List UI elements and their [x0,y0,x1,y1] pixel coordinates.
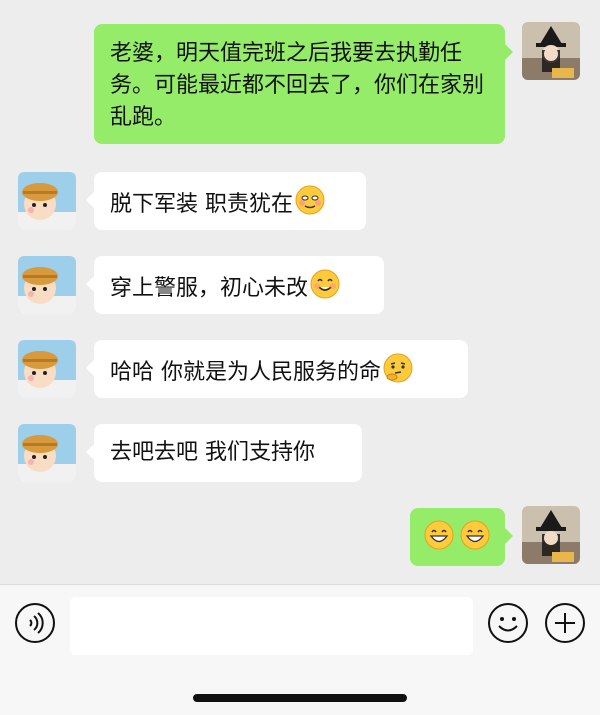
message-input[interactable] [70,597,473,655]
plus-icon[interactable] [544,602,586,644]
thinking-emoji-icon [383,353,413,393]
message-text: 穿上警服，初心未改 [110,276,309,301]
voice-icon[interactable] [14,602,56,644]
message-text: 老婆，明天值完班之后我要去执勤任务。可能最近都不回去了，你们在家别乱跑。 [110,41,485,130]
incoming-message-bubble[interactable]: 穿上警服，初心未改 [86,256,384,314]
grin-emoji-icon [460,520,490,560]
message-text: 去吧去吧 我们支持你 [110,440,315,465]
incoming-message-bubble[interactable]: 哈哈 你就是为人民服务的命 [86,340,468,398]
chat-area: 老婆，明天值完班之后我要去执勤任务。可能最近都不回去了，你们在家别乱跑。 脱下军… [0,0,600,584]
avatar-contact[interactable] [18,340,76,398]
grin-emoji-icon [424,520,454,560]
incoming-message-bubble[interactable]: 去吧去吧 我们支持你 [86,424,362,482]
avatar-self[interactable] [522,22,580,80]
avatar-self[interactable] [522,506,580,564]
incoming-message-bubble[interactable]: 脱下军装 职责犹在 [86,172,366,230]
emoji-icon[interactable] [487,602,529,644]
smile-emoji-icon [310,269,340,309]
avatar-contact[interactable] [18,256,76,314]
home-indicator[interactable] [193,694,407,702]
smile-blush-emoji-icon [295,185,325,225]
avatar-contact[interactable] [18,424,76,482]
message-text: 脱下军装 职责犹在 [110,192,293,217]
message-text: 哈哈 你就是为人民服务的命 [110,360,381,385]
outgoing-message-bubble[interactable]: 老婆，明天值完班之后我要去执勤任务。可能最近都不回去了，你们在家别乱跑。 [94,24,513,144]
avatar-contact[interactable] [18,172,76,230]
outgoing-message-bubble[interactable] [410,508,513,566]
